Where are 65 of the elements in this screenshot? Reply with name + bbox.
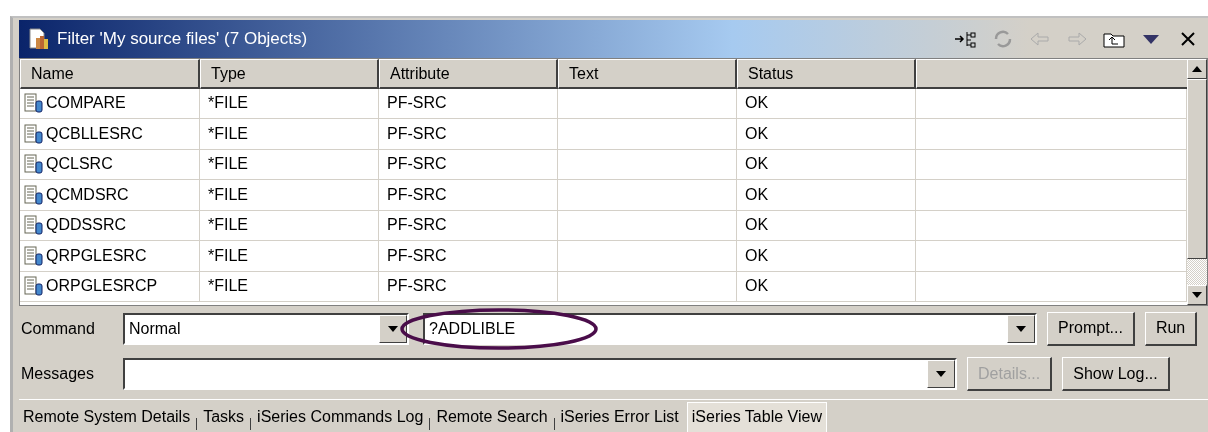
table-cell: *FILE	[200, 149, 379, 181]
table-cell: QCMDSRC	[46, 185, 129, 204]
library-icon	[27, 26, 51, 51]
source-file-icon	[24, 123, 44, 144]
table-cell: OK	[737, 149, 916, 181]
view-tab[interactable]: Remote System Details	[19, 403, 195, 432]
messages-button[interactable]: Show Log...	[1062, 357, 1170, 392]
window-title: Filter 'My source files' (7 Objects)	[57, 28, 308, 49]
table-cell: QDDSSRC	[46, 216, 126, 235]
table-cell: PF-SRC	[379, 241, 558, 272]
table-cell: PF-SRC	[379, 88, 558, 120]
source-file-icon	[24, 215, 44, 236]
table-cell: *FILE	[200, 119, 379, 150]
caret-icon	[936, 371, 946, 378]
source-file-icon	[24, 245, 44, 266]
view-tab[interactable]: Tasks	[199, 403, 249, 432]
column-header[interactable]: Text	[558, 58, 737, 89]
column-header[interactable]: Attribute	[379, 58, 558, 89]
command-label: Command	[20, 319, 96, 338]
table-cell: OK	[737, 241, 916, 272]
scroll-down-button[interactable]	[1187, 284, 1207, 305]
source-file-icon	[24, 154, 44, 175]
table-cell: *FILE	[200, 210, 379, 242]
column-header[interactable]: Type	[200, 58, 379, 89]
view-tab[interactable]: iSeries Error List	[556, 403, 683, 432]
scrollbar[interactable]	[1187, 58, 1207, 305]
scroll-up-button[interactable]	[1187, 58, 1207, 79]
table-cell: OK	[737, 210, 916, 242]
up-triangle-icon	[1192, 65, 1202, 72]
table-cell: *FILE	[200, 241, 379, 272]
scroll-thumb[interactable]	[1187, 78, 1207, 259]
source-file-icon	[24, 276, 44, 297]
view-tab[interactable]: Remote Search	[432, 403, 552, 432]
column-header[interactable]: Name	[20, 58, 200, 89]
down-triangle-icon	[1192, 291, 1202, 298]
messages-field[interactable]	[123, 358, 957, 391]
table-cell: QRPGLESRC	[46, 246, 147, 265]
table-cell: *FILE	[200, 180, 379, 211]
table-cell: PF-SRC	[379, 180, 558, 211]
table-cell: OK	[737, 88, 916, 120]
table-cell: PF-SRC	[379, 119, 558, 150]
messages-label: Messages	[20, 365, 95, 384]
command-field[interactable]: ?ADDLIBLE	[423, 312, 1037, 345]
source-file-icon	[24, 93, 44, 114]
table-cell: ORPGLESRCP	[46, 277, 158, 296]
command-button[interactable]: Prompt...	[1047, 311, 1135, 346]
table-cell: OK	[737, 180, 916, 211]
table-cell: *FILE	[200, 271, 379, 303]
table-cell: *FILE	[200, 88, 379, 120]
mode-dropdown[interactable]: Normal	[123, 312, 409, 345]
table-cell: PF-SRC	[379, 149, 558, 181]
table-cell: OK	[737, 119, 916, 150]
caret-icon	[1016, 325, 1026, 332]
command-button[interactable]: Run	[1144, 311, 1198, 346]
table-cell: PF-SRC	[379, 210, 558, 242]
table-cell: OK	[737, 271, 916, 303]
caret-icon	[388, 325, 398, 332]
view-tab[interactable]: iSeries Commands Log	[253, 403, 428, 432]
view-tab[interactable]: iSeries Table View	[686, 402, 827, 432]
table-cell: QCBLLESRC	[46, 124, 143, 143]
table-cell: COMPARE	[46, 94, 126, 113]
table-cell: PF-SRC	[379, 271, 558, 303]
column-header[interactable]: Status	[737, 58, 916, 89]
table-cell: QCLSRC	[46, 155, 113, 174]
source-file-icon	[24, 184, 44, 205]
